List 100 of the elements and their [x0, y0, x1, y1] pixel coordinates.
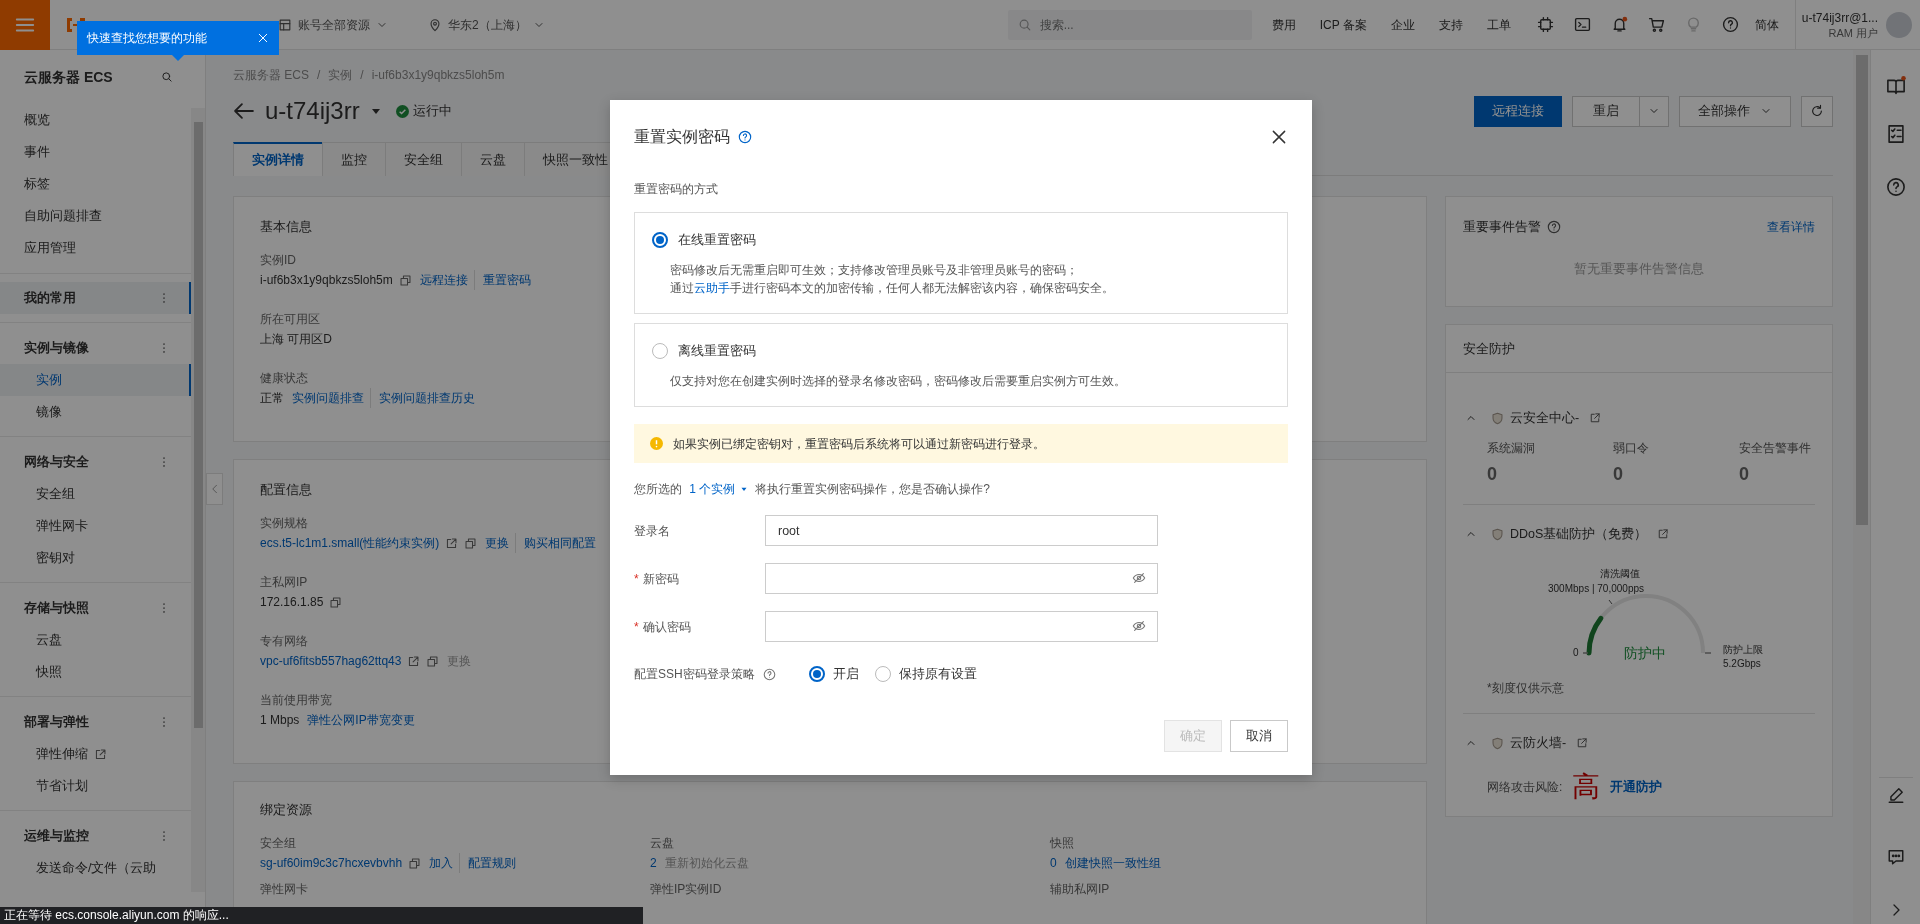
scrollbar[interactable]: [1853, 50, 1870, 924]
tab[interactable]: 实例详情: [233, 142, 323, 176]
language-link[interactable]: 简体: [1754, 15, 1779, 34]
value-link[interactable]: ecs.t5-lc1m1.small(性能约束实例): [260, 533, 440, 553]
action-link[interactable]: 弹性公网IP带宽变更: [307, 710, 415, 730]
password-field[interactable]: [765, 563, 1158, 594]
copy-icon[interactable]: [464, 536, 478, 550]
option-card[interactable]: 离线重置密码 仅支持对您在创建实例时选择的登录名修改密码，密码修改后需要重启实例方可生效。: [634, 323, 1288, 407]
help-icon[interactable]: [762, 667, 776, 681]
sidebar-item[interactable]: 快照: [0, 656, 192, 688]
value-link[interactable]: 0: [1050, 853, 1057, 873]
eye-off-icon[interactable]: [1132, 571, 1146, 585]
action-link[interactable]: 创建快照一致性组: [1064, 853, 1161, 873]
copy-icon[interactable]: [398, 273, 412, 287]
topbar-link[interactable]: ICP 备案: [1319, 15, 1367, 34]
menu-button[interactable]: [0, 0, 50, 50]
scrollbar[interactable]: [191, 108, 205, 892]
chat-icon[interactable]: [1886, 848, 1905, 866]
external-link-icon[interactable]: [1576, 737, 1589, 749]
help-icon[interactable]: [1547, 219, 1561, 234]
all-actions-button[interactable]: 全部操作: [1679, 95, 1791, 127]
sidebar-item[interactable]: 密钥对: [0, 542, 192, 574]
external-link-icon[interactable]: [445, 536, 459, 550]
value-link[interactable]: vpc-uf6fitsb557hag62ttq43: [260, 651, 402, 671]
sidebar-group[interactable]: 我的常用: [0, 282, 192, 314]
edit-icon[interactable]: [1886, 786, 1905, 804]
scope-selector[interactable]: 账号全部资源: [278, 15, 388, 34]
sidebar-item[interactable]: 标签: [0, 168, 192, 200]
details-link[interactable]: 查看详情: [1767, 217, 1815, 236]
sidebar-item[interactable]: 节省计划: [0, 770, 192, 802]
sidebar-group[interactable]: 运维与监控: [0, 820, 192, 852]
sidebar-group[interactable]: 存储与快照: [0, 592, 192, 624]
action-link[interactable]: 配置规则: [459, 853, 517, 873]
topbar-link[interactable]: 工单: [1486, 15, 1511, 34]
action-link[interactable]: 实例问题排查历史: [370, 388, 475, 408]
terminal-icon[interactable]: [1573, 16, 1591, 33]
tab[interactable]: 监控: [322, 142, 386, 176]
radio-button[interactable]: [652, 232, 668, 248]
back-arrow-icon[interactable]: [233, 100, 255, 122]
enable-protection-link[interactable]: 开通防护: [1610, 777, 1663, 797]
book-icon[interactable]: [1885, 76, 1906, 96]
external-link-icon[interactable]: [1657, 528, 1670, 540]
help-icon[interactable]: [1885, 177, 1906, 197]
remote-connect-button[interactable]: 远程连接: [1474, 95, 1562, 127]
topbar-link[interactable]: 企业: [1390, 15, 1415, 34]
action-link[interactable]: 加入: [429, 853, 454, 873]
sidebar-item[interactable]: 应用管理: [0, 232, 192, 264]
user-name[interactable]: u-t74ij3rr@1...: [1801, 9, 1878, 26]
radio-button[interactable]: [652, 343, 668, 359]
action-link[interactable]: 重置密码: [473, 270, 531, 290]
tab[interactable]: 安全组: [385, 142, 462, 176]
sidebar-group[interactable]: 部署与弹性: [0, 706, 192, 738]
external-link-icon[interactable]: [407, 654, 421, 668]
sidebar-item[interactable]: 实例: [0, 364, 192, 396]
radio-option[interactable]: 保持原有设置: [875, 664, 977, 684]
help-icon[interactable]: [738, 130, 752, 144]
assistant-link[interactable]: 云助手: [694, 281, 730, 295]
radio-option[interactable]: 开启: [809, 664, 859, 684]
close-icon[interactable]: [1270, 128, 1288, 146]
eye-off-icon[interactable]: [1132, 619, 1146, 633]
search-icon[interactable]: [161, 71, 174, 83]
sidebar-item[interactable]: 弹性网卡: [0, 510, 192, 542]
copy-icon[interactable]: [408, 856, 422, 870]
value-link[interactable]: sg-uf60im9c3c7hcxevbvhh: [260, 853, 403, 873]
instance-count-link[interactable]: 1 个实例: [689, 480, 750, 498]
sidebar-item[interactable]: 事件: [0, 136, 192, 168]
copy-icon[interactable]: [329, 595, 343, 609]
action-link[interactable]: 远程连接: [419, 270, 468, 290]
chip-icon[interactable]: [1536, 16, 1554, 33]
cart-icon[interactable]: [1647, 16, 1665, 33]
cancel-button[interactable]: 取消: [1230, 720, 1288, 752]
sidebar-item[interactable]: 自助问题排查: [0, 200, 192, 232]
checklist-icon[interactable]: [1885, 124, 1906, 144]
help-icon[interactable]: [1721, 16, 1739, 33]
restart-button[interactable]: 重启: [1572, 95, 1640, 127]
value-link[interactable]: 2: [650, 853, 657, 873]
option-card[interactable]: 在线重置密码 密码修改后无需重启即可生效；支持修改管理员账号及非管理员账号的密码； 通过云助手手进行密码本文的加密传输，任何人都无法解密该内容，确保密码安全。: [634, 212, 1288, 314]
sidebar-group[interactable]: 网络与安全: [0, 446, 192, 478]
action-link[interactable]: 更换: [485, 533, 510, 553]
refresh-button[interactable]: [1801, 95, 1833, 127]
radio-button[interactable]: [809, 666, 825, 682]
sidebar-item[interactable]: 发送命令/文件（云助: [0, 852, 192, 884]
sidebar-item[interactable]: 云盘: [0, 624, 192, 656]
action-link[interactable]: 购买相同配置: [515, 533, 597, 553]
sidebar-item[interactable]: 安全组: [0, 478, 192, 510]
sidebar-item[interactable]: 概览: [0, 104, 192, 136]
input-field[interactable]: root: [765, 515, 1158, 546]
sidebar-group[interactable]: 实例与镜像: [0, 332, 192, 364]
sidebar-item[interactable]: 弹性伸缩: [0, 738, 192, 770]
topbar-link[interactable]: 支持: [1438, 15, 1463, 34]
password-field[interactable]: [765, 611, 1158, 642]
region-selector[interactable]: 华东2（上海）: [428, 15, 545, 34]
tab[interactable]: 云盘: [461, 142, 525, 176]
search-field[interactable]: 搜索...: [1007, 9, 1252, 40]
radio-button[interactable]: [875, 666, 891, 682]
action-link[interactable]: 实例问题排查: [292, 388, 364, 408]
external-link-icon[interactable]: [1589, 412, 1602, 424]
logo-icon[interactable]: [64, 15, 88, 34]
copy-icon[interactable]: [426, 654, 440, 668]
topbar-link[interactable]: 费用: [1271, 15, 1296, 34]
